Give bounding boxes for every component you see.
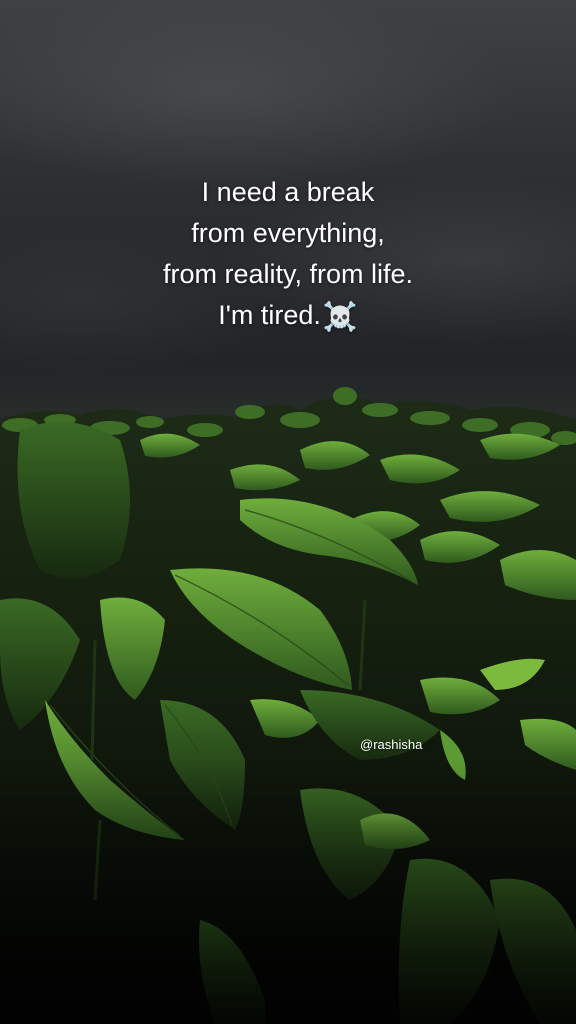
skull-crossbones-icon: ☠️ bbox=[322, 301, 358, 332]
caption-line-1: I need a break bbox=[201, 177, 375, 207]
foliage-layer bbox=[0, 387, 576, 1024]
caption-line-4: I'm tired.☠️ bbox=[0, 295, 576, 337]
bottom-shade bbox=[0, 760, 576, 1024]
photo-scene: I need a break from everything, from rea… bbox=[0, 0, 576, 1024]
caption-line-3: from reality, from life. bbox=[162, 259, 414, 289]
caption-line-2: from everything, bbox=[191, 218, 385, 248]
creator-watermark: @rashisha bbox=[360, 737, 423, 752]
quote-caption: I need a break from everything, from rea… bbox=[0, 172, 576, 337]
caption-line-4-text: I'm tired. bbox=[218, 300, 321, 330]
